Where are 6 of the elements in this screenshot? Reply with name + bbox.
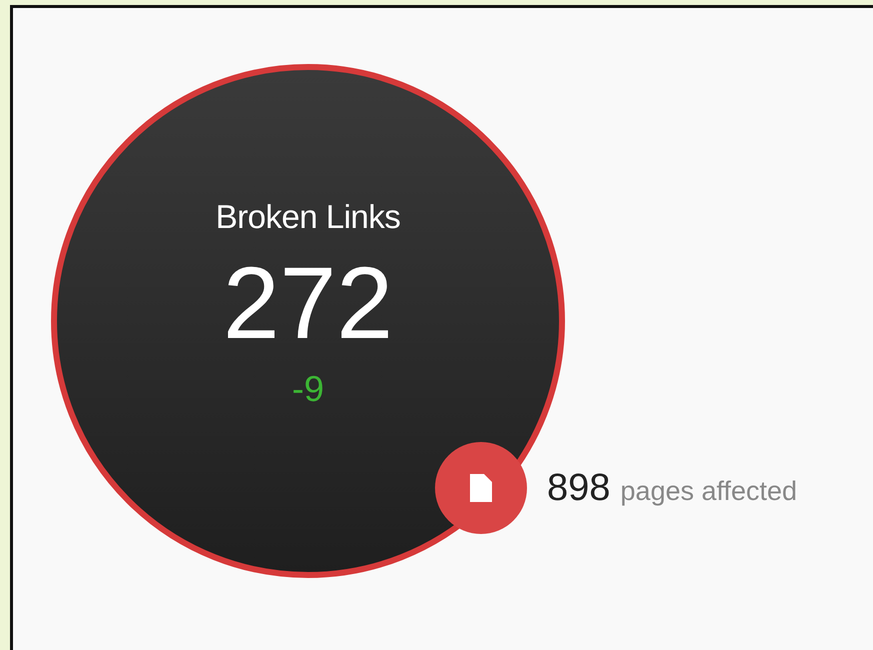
pages-label: pages affected — [620, 476, 798, 506]
metric-value: 272 — [222, 252, 394, 354]
metric-change: -9 — [292, 368, 324, 410]
metric-title: Broken Links — [216, 198, 400, 236]
document-icon — [470, 474, 492, 502]
pages-count: 898 — [547, 466, 610, 508]
